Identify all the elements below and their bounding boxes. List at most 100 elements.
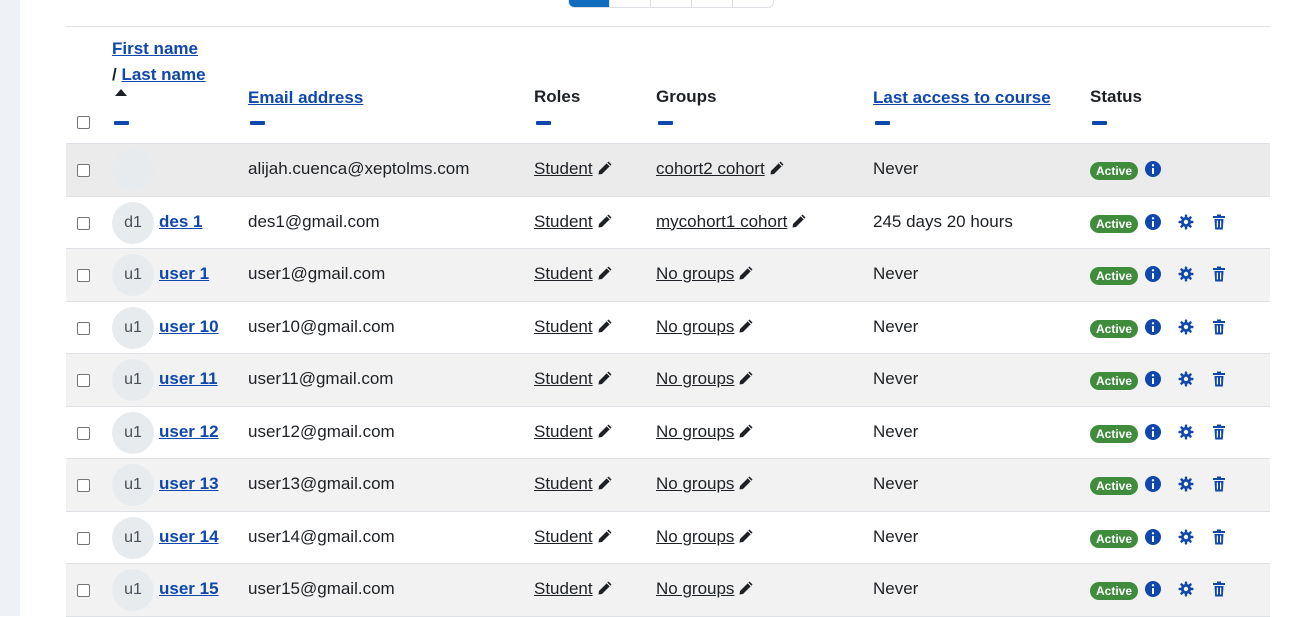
- info-circle-icon[interactable]: [1145, 213, 1161, 230]
- trash-icon[interactable]: [1211, 581, 1227, 597]
- pagination-page[interactable]: [691, 0, 732, 7]
- row-select-checkbox[interactable]: [77, 479, 90, 492]
- user-profile-link[interactable]: user 13: [159, 475, 219, 493]
- avatar: d1: [112, 201, 154, 244]
- gear-icon[interactable]: [1178, 214, 1194, 230]
- last-access-value: Never: [873, 316, 919, 336]
- role-edit-link[interactable]: Student: [534, 212, 613, 231]
- sort-last-access-link[interactable]: Last access to course: [873, 88, 1051, 107]
- groups-edit-link[interactable]: No groups: [656, 422, 754, 441]
- groups-edit-link[interactable]: No groups: [656, 265, 754, 283]
- trash-icon[interactable]: [1211, 424, 1227, 440]
- sort-last-name-link[interactable]: Last name: [121, 65, 205, 84]
- gear-icon[interactable]: [1178, 319, 1194, 335]
- hide-column-groups-icon[interactable]: [658, 121, 673, 125]
- row-select-checkbox[interactable]: [77, 164, 90, 177]
- groups-edit-link[interactable]: No groups: [656, 370, 754, 388]
- role-edit-link[interactable]: Student: [534, 580, 613, 598]
- pagination-page[interactable]: [650, 0, 691, 7]
- hide-column-roles-icon[interactable]: [536, 121, 551, 125]
- user-profile-link[interactable]: user 10: [159, 317, 219, 336]
- pagination-page[interactable]: [732, 0, 773, 7]
- info-circle-icon[interactable]: [1145, 161, 1161, 177]
- trash-icon[interactable]: [1211, 371, 1227, 387]
- avatar: u1: [112, 569, 154, 611]
- pagination-page[interactable]: [609, 0, 650, 7]
- last-access-value: Never: [873, 264, 919, 283]
- info-circle-icon[interactable]: [1145, 423, 1161, 440]
- trash-icon[interactable]: [1211, 476, 1227, 492]
- row-select-checkbox[interactable]: [77, 426, 90, 440]
- select-all-checkbox[interactable]: [77, 116, 90, 129]
- row-select-checkbox[interactable]: [77, 269, 90, 282]
- gear-icon[interactable]: [1178, 371, 1194, 387]
- hide-column-last-access-icon[interactable]: [875, 121, 890, 125]
- header-email: Email address: [248, 88, 363, 108]
- gear-icon[interactable]: [1178, 266, 1194, 282]
- last-access-value: Never: [873, 421, 919, 441]
- info-circle-icon[interactable]: [1145, 528, 1161, 545]
- groups-edit-link[interactable]: No groups: [656, 475, 754, 493]
- role-label: Student: [534, 421, 593, 441]
- trash-icon[interactable]: [1211, 529, 1227, 545]
- user-profile-link[interactable]: user 15: [159, 580, 219, 598]
- groups-edit-link[interactable]: No groups: [656, 580, 754, 598]
- user-profile-link[interactable]: user 1: [159, 265, 209, 283]
- role-edit-link[interactable]: Student: [534, 265, 613, 283]
- hide-column-name-icon[interactable]: [114, 121, 129, 125]
- status-badge: Active: [1090, 214, 1139, 233]
- header-roles: Roles: [534, 87, 581, 106]
- info-circle-icon[interactable]: [1145, 371, 1161, 387]
- role-label: Student: [534, 264, 593, 283]
- row-select-checkbox[interactable]: [77, 216, 90, 230]
- groups-label: No groups: [656, 264, 735, 283]
- user-profile-link[interactable]: des 1: [159, 212, 202, 231]
- table-body: alijah.cuenca@xeptolms.com Student cohor…: [66, 144, 1270, 617]
- user-email: user15@gmail.com: [248, 579, 395, 598]
- row-select-checkbox[interactable]: [77, 374, 90, 387]
- user-profile-link[interactable]: user 12: [159, 422, 219, 441]
- pencil-icon: [598, 371, 612, 385]
- row-select-checkbox[interactable]: [77, 321, 90, 335]
- info-circle-icon[interactable]: [1145, 266, 1161, 282]
- trash-icon[interactable]: [1211, 214, 1227, 230]
- role-edit-link[interactable]: Student: [534, 475, 613, 493]
- avatar-initials: u1: [124, 266, 142, 283]
- info-circle-icon[interactable]: [1145, 476, 1161, 492]
- role-edit-link[interactable]: Student: [534, 160, 613, 178]
- role-edit-link[interactable]: Student: [534, 317, 613, 336]
- trash-icon[interactable]: [1211, 266, 1227, 282]
- info-circle-icon[interactable]: [1145, 581, 1161, 597]
- hide-column-email-icon[interactable]: [250, 121, 265, 125]
- gear-icon[interactable]: [1178, 424, 1194, 440]
- row-select-checkbox[interactable]: [77, 584, 90, 597]
- groups-edit-link[interactable]: No groups: [656, 316, 754, 336]
- user-profile-link[interactable]: user 11: [159, 370, 218, 388]
- groups-edit-link[interactable]: mycohort1 cohort: [656, 212, 807, 231]
- table-row: u1 user 12 user12@gmail.com Student No g…: [66, 407, 1270, 459]
- trash-icon[interactable]: [1211, 319, 1227, 335]
- pencil-icon: [598, 266, 612, 280]
- avatar-initials: d1: [124, 213, 142, 231]
- user-profile-link[interactable]: user 14: [159, 527, 219, 546]
- gear-icon[interactable]: [1178, 476, 1194, 492]
- hide-column-status-icon[interactable]: [1092, 121, 1107, 125]
- sort-email-link[interactable]: Email address: [248, 88, 363, 107]
- status-badge: Active: [1090, 372, 1139, 390]
- groups-edit-link[interactable]: cohort2 cohort: [656, 160, 785, 178]
- groups-label: No groups: [656, 316, 735, 336]
- role-edit-link[interactable]: Student: [534, 421, 613, 441]
- last-access-value: Never: [873, 369, 919, 388]
- pagination-page-active[interactable]: [569, 0, 609, 7]
- sort-first-name-link[interactable]: First name: [112, 39, 198, 58]
- gear-icon[interactable]: [1178, 529, 1194, 545]
- user-email: user10@gmail.com: [248, 316, 395, 336]
- row-select-checkbox[interactable]: [77, 531, 90, 545]
- pagination: [568, 0, 774, 8]
- participants-table: First name / Last name Email address Rol…: [66, 26, 1270, 617]
- groups-edit-link[interactable]: No groups: [656, 527, 754, 546]
- role-edit-link[interactable]: Student: [534, 370, 613, 388]
- role-edit-link[interactable]: Student: [534, 527, 613, 546]
- gear-icon[interactable]: [1178, 581, 1194, 597]
- info-circle-icon[interactable]: [1145, 318, 1161, 335]
